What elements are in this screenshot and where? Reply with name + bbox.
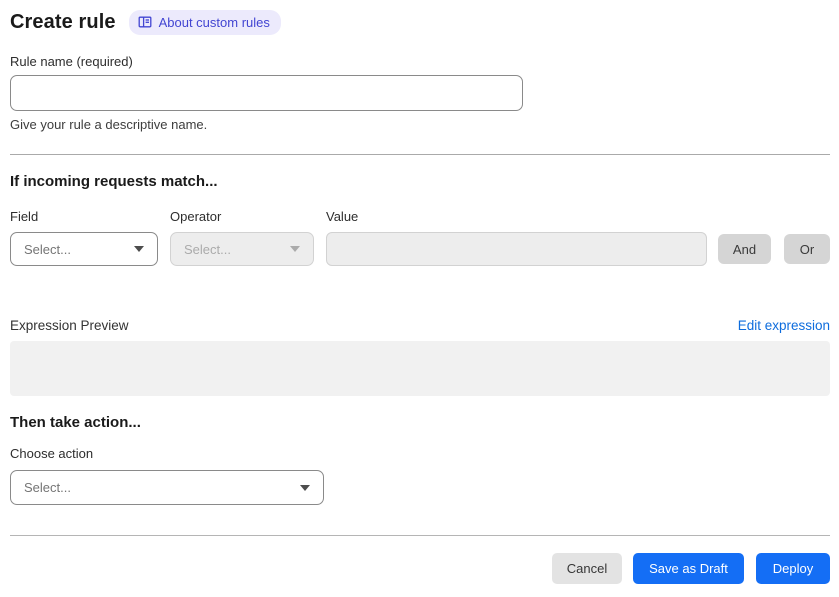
operator-select: Select...	[170, 232, 314, 266]
action-section-heading: Then take action...	[10, 414, 141, 431]
chevron-down-icon	[134, 246, 144, 252]
operator-column: Operator Select...	[170, 209, 314, 266]
rule-name-input[interactable]	[10, 75, 523, 111]
chevron-down-icon	[290, 246, 300, 252]
operator-label: Operator	[170, 209, 222, 224]
field-select-placeholder: Select...	[24, 241, 71, 257]
and-button[interactable]: And	[718, 234, 771, 264]
field-select[interactable]: Select...	[10, 232, 158, 266]
operator-select-placeholder: Select...	[184, 241, 231, 257]
create-rule-page: Create rule About custom rules Rule name…	[0, 0, 839, 584]
footer-divider	[10, 535, 830, 536]
choose-action-label: Choose action	[10, 446, 94, 461]
value-label: Value	[326, 209, 359, 224]
section-divider-top	[10, 154, 830, 155]
edit-expression-link[interactable]: Edit expression	[738, 318, 830, 333]
page-header: Create rule About custom rules	[10, 10, 830, 35]
match-section-heading: If incoming requests match...	[10, 173, 218, 190]
deploy-button[interactable]: Deploy	[756, 553, 830, 584]
expression-preview-row: Expression Preview Edit expression	[10, 318, 830, 333]
value-input	[326, 232, 707, 266]
or-button[interactable]: Or	[784, 234, 830, 264]
docs-book-icon	[138, 15, 152, 29]
about-custom-rules-link[interactable]: About custom rules	[128, 10, 281, 35]
choose-action-placeholder: Select...	[24, 480, 71, 495]
footer-actions: Cancel Save as Draft Deploy	[10, 553, 830, 584]
rule-name-label: Rule name (required)	[10, 54, 133, 69]
chevron-down-icon	[300, 484, 310, 491]
page-title: Create rule	[10, 11, 116, 33]
match-clause-row: Field Select... Operator Select... Value…	[10, 209, 830, 266]
field-label: Field	[10, 209, 39, 224]
value-column: Value	[326, 209, 707, 266]
field-column: Field Select...	[10, 209, 158, 266]
expression-preview-label: Expression Preview	[10, 318, 129, 333]
cancel-button[interactable]: Cancel	[552, 553, 622, 584]
rule-name-helper: Give your rule a descriptive name.	[10, 117, 208, 132]
expression-preview-box	[10, 341, 830, 396]
about-custom-rules-label: About custom rules	[158, 14, 270, 30]
save-as-draft-button[interactable]: Save as Draft	[633, 553, 744, 584]
choose-action-select[interactable]: Select...	[10, 470, 324, 505]
